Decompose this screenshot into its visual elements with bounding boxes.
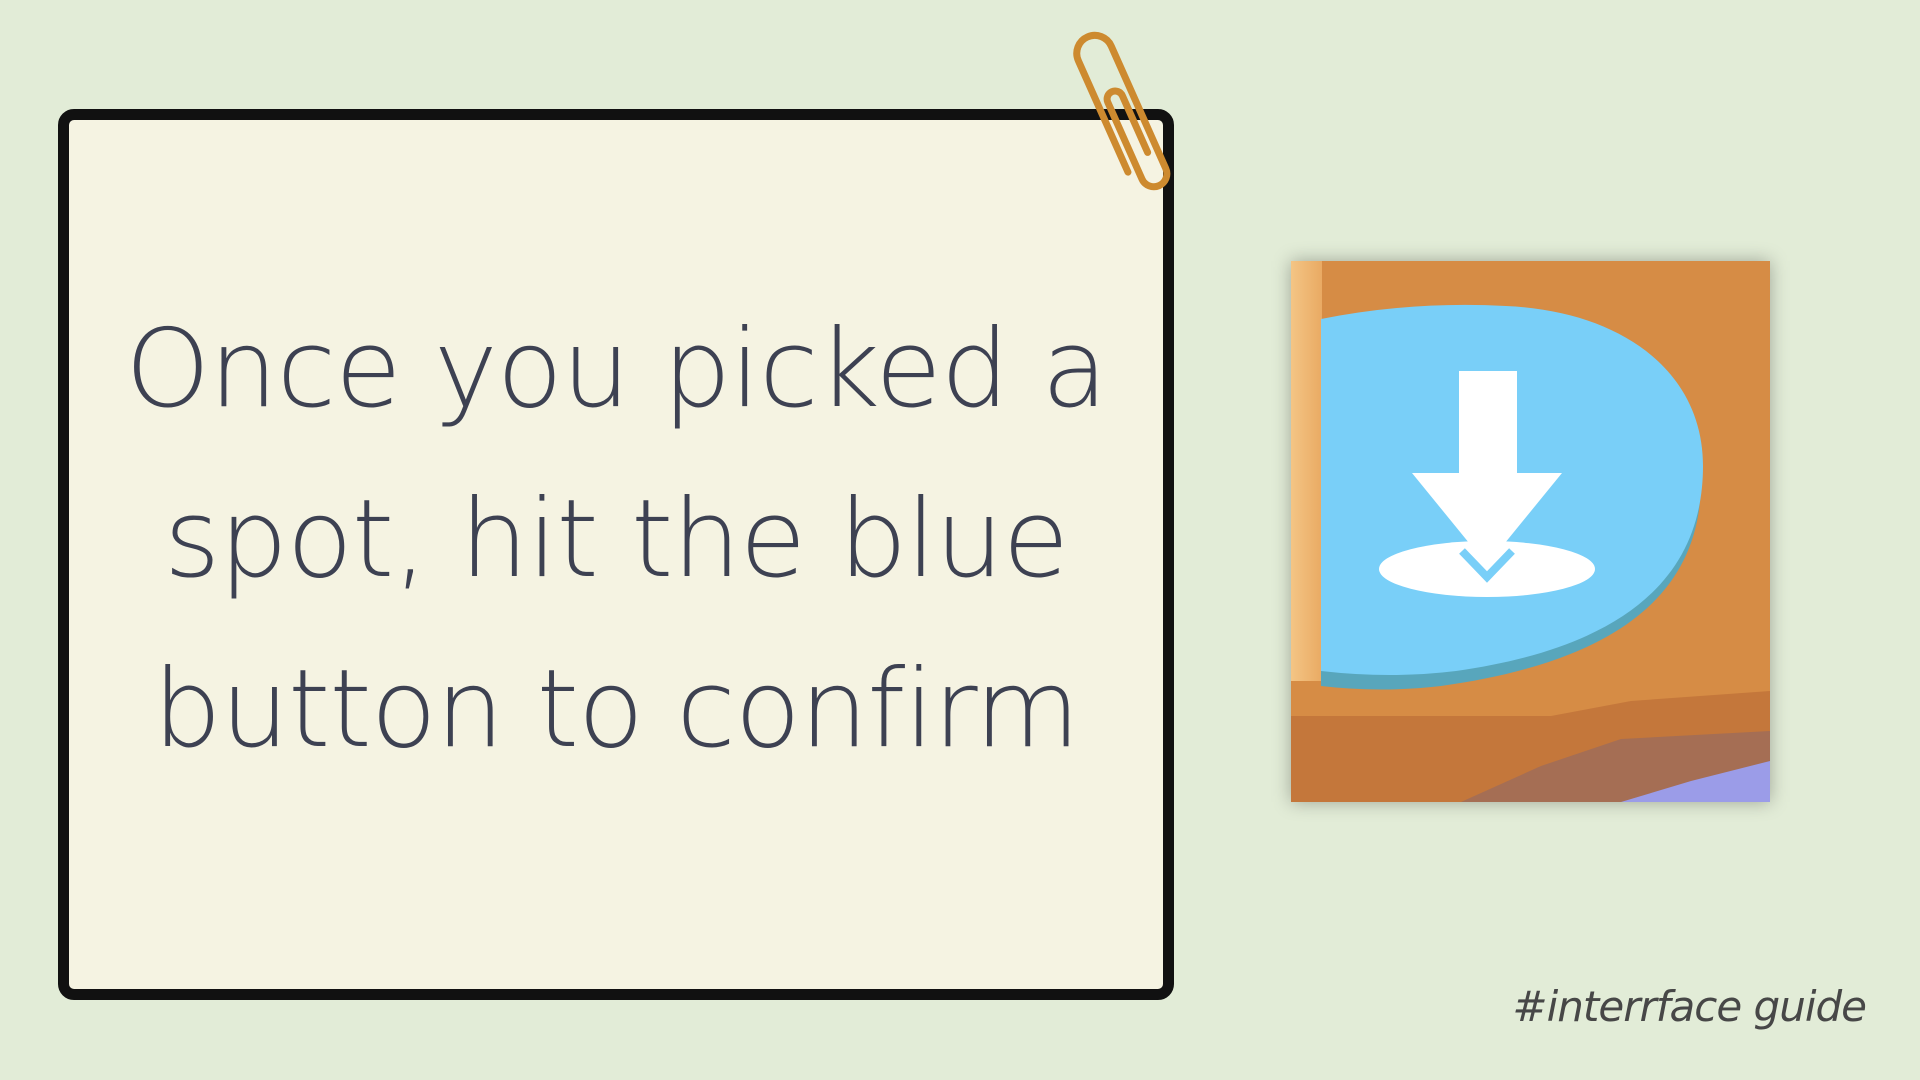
paperclip-icon xyxy=(1073,31,1171,191)
instruction-line-2: spot, hit the blue xyxy=(163,477,1069,602)
instruction-text: Once you picked a spot, hit the blue butto… xyxy=(69,285,1163,795)
instruction-line-1: Once you picked a xyxy=(125,307,1108,432)
confirm-button-screenshot xyxy=(1291,261,1770,802)
hashtag-label: #interrface guide xyxy=(1512,982,1867,1031)
instruction-card: Once you picked a spot, hit the blue butto… xyxy=(58,109,1174,1000)
instruction-line-3: button to confirm xyxy=(153,647,1080,772)
